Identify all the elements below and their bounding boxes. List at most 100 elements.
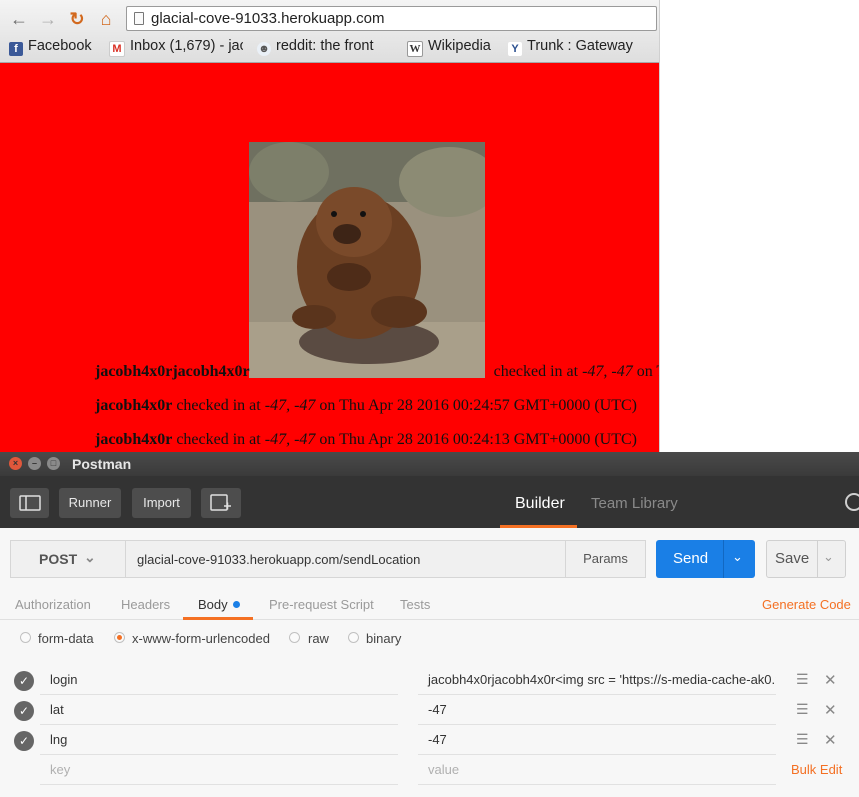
trunk-icon: Y [508, 42, 522, 56]
radio-binary[interactable] [348, 632, 359, 643]
body-indicator-dot [232, 601, 240, 608]
chevron-down-icon[interactable]: ⌄ [732, 549, 743, 565]
address-bar[interactable]: glacial-cove-91033.herokuapp.com [126, 6, 657, 31]
param-value-field[interactable]: -47 [418, 725, 776, 755]
page-content: jacobh4x0rjacobh4x0r checked in at -47, … [0, 63, 659, 452]
bookmark-inbox[interactable]: M Inbox (1,679) - jac [109, 38, 243, 58]
close-icon[interactable]: ✕ [824, 701, 837, 719]
request-tabs: Authorization Headers Body Pre-request S… [0, 589, 859, 620]
value-placeholder: value [428, 762, 460, 777]
tab-authorization[interactable]: Authorization [15, 597, 91, 612]
chevron-down-icon[interactable]: ⌄ [823, 549, 834, 565]
checkin-text: checked in at [176, 431, 261, 448]
reddit-icon: ☻ [257, 42, 271, 56]
checkmark-icon[interactable]: ✓ [14, 671, 34, 691]
radio-raw[interactable] [289, 632, 300, 643]
bookmark-reddit[interactable]: ☻ reddit: the front [257, 38, 390, 58]
tab-headers[interactable]: Headers [121, 597, 170, 612]
param-value-field[interactable]: -47 [418, 695, 776, 725]
bookmarks-bar: f Facebook M Inbox (1,679) - jac ☻ reddit: … [0, 36, 659, 58]
method-select[interactable]: POST ⌄ [10, 540, 126, 578]
checkin-date: on Thu Apr 28 2016 00:24:57 GMT+0000 (UT… [319, 397, 637, 414]
bookmark-trunk[interactable]: Y Trunk : Gateway [508, 38, 648, 58]
maximize-window-icon[interactable]: □ [47, 457, 60, 470]
forward-arrow-icon[interactable]: → [37, 9, 59, 29]
sidebar-icon [18, 495, 41, 511]
drag-handle-icon[interactable]: ☰ [796, 702, 809, 716]
param-row: ✓ login jacobh4x0rjacobh4x0r<img src = '… [0, 665, 859, 695]
checkin-text: checked in at [176, 397, 261, 414]
tab-tests[interactable]: Tests [400, 597, 430, 612]
postman-window: × – □ Postman Runner Import Builder Team… [0, 452, 859, 797]
close-icon[interactable]: ✕ [824, 731, 837, 749]
save-divider [817, 541, 818, 577]
new-key-field[interactable]: key [40, 755, 398, 785]
facebook-icon: f [9, 42, 23, 56]
drag-handle-icon[interactable]: ☰ [796, 672, 809, 686]
tab-builder-label: Builder [515, 495, 565, 512]
checkmark-icon[interactable]: ✓ [14, 701, 34, 721]
bulk-edit-link[interactable]: Bulk Edit [791, 762, 842, 777]
sync-icon[interactable] [845, 493, 859, 511]
param-key-field[interactable]: lng [40, 725, 398, 755]
radio-label[interactable]: form-data [38, 631, 94, 646]
checkin-coords: -47, -47 [582, 363, 633, 380]
radio-form-data[interactable] [20, 632, 31, 643]
radio-label[interactable]: binary [366, 631, 401, 646]
tab-team-library[interactable]: Team Library [591, 495, 678, 512]
send-label: Send [673, 550, 709, 567]
back-arrow-icon[interactable]: ← [8, 9, 30, 29]
bookmark-wikipedia[interactable]: W Wikipedia [407, 38, 499, 58]
new-param-row: key value Bulk Edit [0, 755, 859, 785]
method-label: POST [39, 551, 78, 567]
reload-icon[interactable]: ↻ [66, 9, 88, 29]
postman-titlebar: × – □ Postman [0, 452, 859, 476]
new-value-field[interactable]: value [418, 755, 776, 785]
checkin-entry: jacobh4x0rjacobh4x0r checked in at -47, … [95, 363, 659, 381]
home-icon[interactable]: ⌂ [95, 9, 117, 29]
checkin-coords: -47, -47 [264, 397, 316, 414]
runner-button[interactable]: Runner [59, 488, 121, 518]
send-divider [723, 540, 724, 578]
address-bar-url[interactable]: glacial-cove-91033.herokuapp.com [151, 10, 384, 27]
tab-pre-request-script[interactable]: Pre-request Script [269, 597, 374, 612]
checkin-coords: -47, -47 [264, 431, 316, 448]
radio-x-www-form-urlencoded[interactable] [114, 632, 125, 643]
browser-toolbar: ← → ↻ ⌂ glacial-cove-91033.herokuapp.com… [0, 0, 659, 63]
wikipedia-icon: W [407, 41, 423, 57]
close-window-icon[interactable]: × [9, 457, 22, 470]
active-tab-underline [183, 617, 253, 620]
generate-code-link[interactable]: Generate Code [762, 597, 851, 612]
radio-label[interactable]: raw [308, 631, 329, 646]
radio-label[interactable]: x-www-form-urlencoded [132, 631, 270, 646]
param-key-field[interactable]: lat [40, 695, 398, 725]
param-key: lat [50, 702, 64, 717]
drag-handle-icon[interactable]: ☰ [796, 732, 809, 746]
send-button[interactable]: Send ⌄ [656, 540, 755, 578]
close-icon[interactable]: ✕ [824, 671, 837, 689]
new-window-button[interactable] [201, 488, 241, 518]
param-key-field[interactable]: login [40, 665, 398, 695]
params-button[interactable]: Params [565, 540, 646, 578]
param-value-field[interactable]: jacobh4x0rjacobh4x0r<img src = 'https://… [418, 665, 776, 695]
bookmark-facebook[interactable]: f Facebook [9, 38, 105, 58]
minimize-window-icon[interactable]: – [28, 457, 41, 470]
param-value: -47 [428, 702, 447, 717]
import-button[interactable]: Import [132, 488, 191, 518]
checkin-login: jacobh4x0r [95, 397, 173, 414]
request-url-input[interactable] [126, 540, 566, 578]
beaver-image [249, 142, 485, 378]
tab-builder[interactable]: Builder [500, 476, 577, 528]
param-row: ✓ lat -47 ☰ ✕ [0, 695, 859, 725]
checkmark-icon[interactable]: ✓ [14, 731, 34, 751]
gmail-icon: M [109, 41, 125, 57]
page-icon [134, 12, 144, 25]
save-label: Save [775, 550, 810, 567]
tab-body[interactable]: Body [198, 597, 240, 612]
tab-body-label: Body [198, 597, 228, 612]
param-key: login [50, 672, 78, 687]
key-placeholder: key [50, 762, 71, 777]
postman-header: Runner Import Builder Team Library [0, 476, 859, 528]
save-button[interactable]: Save ⌄ [766, 540, 846, 578]
toggle-sidebar-button[interactable] [10, 488, 49, 518]
